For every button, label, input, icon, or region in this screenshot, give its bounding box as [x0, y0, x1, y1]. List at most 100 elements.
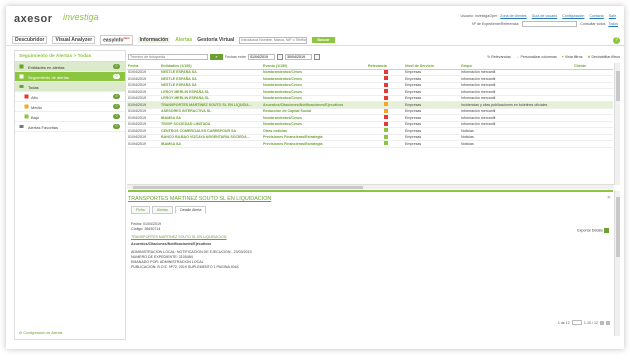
expediente-label: Nº de Expediente/Referencia: [471, 22, 520, 26]
gear-icon: ⚙ [19, 331, 23, 335]
link-zona-clientes[interactable]: Zona de clientes [500, 14, 526, 18]
new-badge: New [123, 36, 130, 41]
nav-gestoria[interactable]: Gestoría Virtual [197, 37, 234, 43]
page-label: 1 de 12 [557, 320, 570, 325]
nav-descubridor[interactable]: Descubridor [12, 36, 48, 44]
sidebar-title: Seguimiento de Alertas > Todas [15, 51, 125, 62]
tab-ficha[interactable]: Ficha [131, 206, 150, 214]
relevancias-action[interactable]: ↻ Relevancias [487, 55, 511, 59]
expediente-search: Nº de Expediente/Referencia: Consultar t… [472, 21, 618, 27]
logo: axesor [14, 13, 53, 25]
export-detail-button[interactable]: Exportar Detalle [577, 228, 609, 233]
todos-link[interactable]: Todos [608, 22, 618, 26]
nav-visual-analyzer[interactable]: Visual Analyzer [52, 36, 96, 44]
cell-cliente [573, 140, 613, 148]
detail-vertical-scrollbar[interactable] [614, 191, 620, 336]
scroll-thumb[interactable] [616, 197, 620, 257]
expediente-input[interactable] [522, 21, 578, 27]
relevance-icon [384, 82, 388, 87]
filters-view-action[interactable]: + Vista filtros [562, 55, 583, 59]
header: axesor investiga Usuario: InvestigaOper … [6, 6, 624, 34]
cell-entidad: IBAMSA SA [160, 140, 262, 148]
sidebar-item-label: Medio [31, 105, 42, 110]
scroll-thumb[interactable] [133, 186, 363, 189]
term-search-input[interactable] [128, 54, 208, 60]
search-button[interactable]: Buscar [312, 37, 335, 43]
disable-filters-action[interactable]: ✕ Deshabilitar filtros [587, 55, 620, 59]
search-icon[interactable]: ⌕ [210, 54, 223, 60]
relevance-icon [384, 128, 388, 133]
sidebar-item-label: Bajo [31, 115, 40, 120]
columns-action[interactable]: ⇔ Personalizar columnas [516, 55, 557, 59]
tab-detalle-alerta[interactable]: Detalle Alerta [174, 206, 207, 214]
sidebar-item-medio[interactable]: Medio 0 [15, 102, 125, 112]
relevance-icon [384, 69, 388, 74]
filter-bar: ⌕ Fechas entre ↻ Relevancias ⇔ Personali… [128, 53, 620, 61]
sidebar-count: 0 [113, 94, 120, 99]
checklist-icon [19, 74, 24, 79]
sidebar-item-entidades[interactable]: Entidades en alertas 0 [15, 62, 125, 72]
nav-informacion[interactable]: Información [137, 37, 171, 43]
sidebar-item-todas[interactable]: Todas [15, 82, 125, 92]
link-salir[interactable]: Salir [609, 14, 616, 18]
table-actions: ↻ Relevancias ⇔ Personalizar columnas + … [487, 55, 620, 59]
table-vertical-scrollbar[interactable] [614, 63, 620, 185]
high-priority-icon [24, 94, 29, 99]
relevance-icon [384, 108, 388, 113]
low-priority-icon [24, 114, 29, 119]
date-to-input[interactable] [284, 54, 312, 60]
sidebar-item-alto[interactable]: Alto 0 [15, 92, 125, 102]
sidebar-item-seguimiento[interactable]: Seguimiento de alertas 0 [15, 72, 125, 82]
relevance-icon [384, 76, 388, 81]
calendar-icon[interactable] [313, 54, 320, 60]
link-configuracion[interactable]: Configuración [562, 14, 584, 18]
page-input[interactable] [571, 320, 582, 325]
sidebar-count: 0 [113, 64, 120, 69]
relevance-icon [384, 89, 388, 94]
sidebar-count: 0 [113, 124, 120, 129]
detail-panel: TRANSPORTES MARTINEZ SOUTO SL EN LIQUIDA… [128, 190, 613, 338]
relevance-icon [384, 102, 388, 107]
nav-easyinfo[interactable]: easyInfoNew [100, 35, 133, 45]
sidebar-item-label: Todas [28, 85, 39, 90]
company-search-input[interactable] [239, 36, 308, 44]
sidebar-item-label: Seguimiento de alertas [28, 75, 69, 80]
relevance-icon [384, 121, 388, 126]
folder-icon [19, 125, 24, 128]
prev-page-icon[interactable] [600, 320, 604, 325]
tab-alertas[interactable]: Alertas [151, 206, 173, 214]
calendar-icon[interactable] [276, 54, 283, 60]
excel-icon [604, 228, 609, 233]
help-button[interactable]: ? [613, 37, 620, 44]
table-row[interactable]: 01/04/2019 IBAMSA SA Previsiones Financier… [127, 140, 613, 148]
medium-priority-icon [24, 104, 29, 109]
date-from-input[interactable] [247, 54, 275, 60]
detail-body: Fecha: 01/04/2019 Código: 36630714 TRANS… [131, 222, 611, 269]
total-label: 1-10 / 12 [583, 320, 598, 325]
alert-config-link[interactable]: ⚙ Configuración de Alertas [19, 331, 62, 335]
nav-easyinfo-label: easyInfo [103, 37, 124, 44]
sidebar-item-favoritas[interactable]: Alertas Favoritas 0 [15, 122, 125, 132]
action-label: Relevancias [491, 55, 511, 59]
scroll-thumb[interactable] [616, 71, 620, 101]
cell-fecha: 01/04/2019 [127, 140, 160, 148]
sidebar-item-label: Alto [31, 95, 38, 100]
user-label: Usuario: InvestigaOper [460, 14, 498, 18]
close-icon[interactable]: ✕ [607, 195, 611, 201]
sidebar-count: 0 [113, 114, 120, 119]
logo-subtitle: investiga [63, 12, 99, 22]
sidebar-count: 0 [113, 74, 120, 79]
app-window: axesor investiga Usuario: InvestigaOper … [6, 6, 624, 349]
link-contacto[interactable]: Contacto [589, 14, 603, 18]
consultar-label: Consultar todos [580, 22, 606, 26]
detail-title[interactable]: TRANSPORTES MARTINEZ SOUTO SL EN LIQUIDA… [128, 196, 271, 202]
sidebar-item-bajo[interactable]: Bajo 0 [15, 112, 125, 122]
nav-alertas[interactable]: Alertas [175, 37, 192, 43]
table-horizontal-scrollbar[interactable] [127, 184, 614, 189]
body-line: PUBLICACION: B.O.E. Nº72, 2019 SUPLEMENT… [131, 264, 239, 269]
sidebar-count: 0 [113, 104, 120, 109]
link-guia[interactable]: Guía de usuario [532, 14, 558, 18]
checklist-icon [19, 64, 24, 69]
next-page-icon[interactable] [606, 320, 610, 325]
cell-nivel: Empresas [404, 140, 460, 148]
